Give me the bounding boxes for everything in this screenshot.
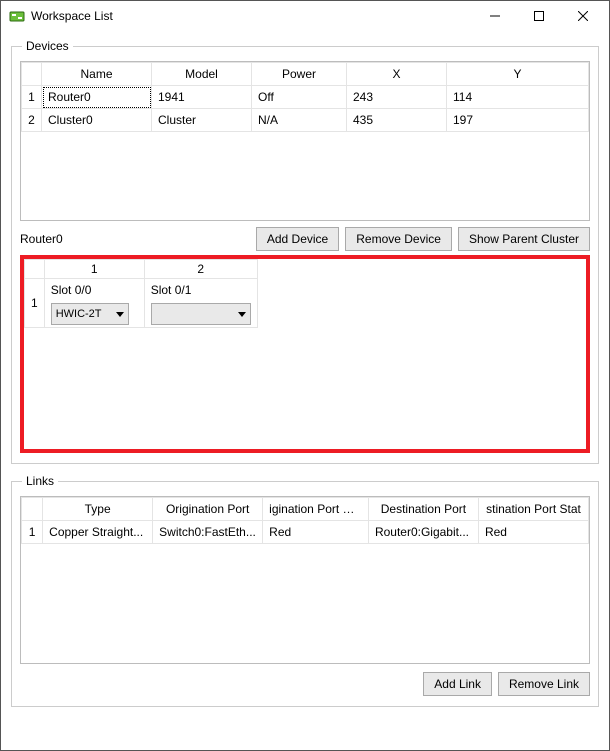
devices-group: Devices Name Model Power X Y bbox=[11, 39, 599, 464]
links-button-row: Add Link Remove Link bbox=[20, 672, 590, 696]
cell-orig-status[interactable]: Red bbox=[263, 521, 369, 544]
slot-combo[interactable]: HWIC-2T bbox=[51, 303, 129, 325]
links-header-row: Type Origination Port igination Port Sta… bbox=[22, 498, 589, 521]
devices-button-row: Router0 Add Device Remove Device Show Pa… bbox=[20, 227, 590, 251]
cell-power[interactable]: N/A bbox=[252, 109, 347, 132]
devices-header-row: Name Model Power X Y bbox=[22, 63, 589, 86]
links-table[interactable]: Type Origination Port igination Port Sta… bbox=[21, 497, 589, 544]
slots-corner bbox=[25, 260, 45, 279]
row-index: 1 bbox=[22, 86, 42, 109]
add-device-button[interactable]: Add Device bbox=[256, 227, 339, 251]
col-orig-port[interactable]: Origination Port bbox=[153, 498, 263, 521]
app-icon bbox=[9, 8, 25, 24]
row-header-blank bbox=[22, 498, 43, 521]
cell-dest-port[interactable]: Router0:Gigabit... bbox=[368, 521, 478, 544]
slots-row-index: 1 bbox=[25, 279, 45, 328]
col-power[interactable]: Power bbox=[252, 63, 347, 86]
selected-device-label: Router0 bbox=[20, 232, 250, 246]
slot-cell: Slot 0/0 HWIC-2T bbox=[44, 279, 144, 328]
cell-name[interactable]: Cluster0 bbox=[42, 109, 152, 132]
close-button[interactable] bbox=[561, 2, 605, 30]
slots-table: 1 2 1 Slot 0/0 HWIC-2T bbox=[24, 259, 258, 328]
slots-col-header: 1 bbox=[44, 260, 144, 279]
show-parent-cluster-button[interactable]: Show Parent Cluster bbox=[458, 227, 590, 251]
cell-dest-status[interactable]: Red bbox=[478, 521, 588, 544]
row-index: 1 bbox=[22, 521, 43, 544]
links-table-wrap: Type Origination Port igination Port Sta… bbox=[20, 496, 590, 664]
links-legend: Links bbox=[22, 474, 58, 488]
table-row[interactable]: 1 Copper Straight... Switch0:FastEth... … bbox=[22, 521, 589, 544]
title-bar: Workspace List bbox=[1, 1, 609, 31]
slot-cell: Slot 0/1 bbox=[144, 279, 257, 328]
cell-model[interactable]: 1941 bbox=[152, 86, 252, 109]
col-type[interactable]: Type bbox=[43, 498, 153, 521]
chevron-down-icon bbox=[116, 312, 124, 317]
cell-model[interactable]: Cluster bbox=[152, 109, 252, 132]
cell-y[interactable]: 114 bbox=[447, 86, 589, 109]
remove-device-button[interactable]: Remove Device bbox=[345, 227, 452, 251]
table-row[interactable]: 1 Router0 1941 Off 243 114 bbox=[22, 86, 589, 109]
row-index: 2 bbox=[22, 109, 42, 132]
cell-x[interactable]: 435 bbox=[347, 109, 447, 132]
slot-label: Slot 0/1 bbox=[151, 283, 251, 297]
devices-table[interactable]: Name Model Power X Y 1 Router0 1941 Off … bbox=[21, 62, 589, 132]
slots-panel: 1 2 1 Slot 0/0 HWIC-2T bbox=[20, 255, 590, 453]
slot-combo[interactable] bbox=[151, 303, 251, 325]
cell-name[interactable]: Router0 bbox=[42, 86, 152, 109]
slot-label: Slot 0/0 bbox=[51, 283, 138, 297]
col-orig-status[interactable]: igination Port Stat bbox=[263, 498, 369, 521]
slots-col-header: 2 bbox=[144, 260, 257, 279]
cell-x[interactable]: 243 bbox=[347, 86, 447, 109]
cell-y[interactable]: 197 bbox=[447, 109, 589, 132]
col-name[interactable]: Name bbox=[42, 63, 152, 86]
cell-type[interactable]: Copper Straight... bbox=[43, 521, 153, 544]
remove-link-button[interactable]: Remove Link bbox=[498, 672, 590, 696]
col-dest-port[interactable]: Destination Port bbox=[368, 498, 478, 521]
window-title: Workspace List bbox=[31, 9, 473, 23]
links-group: Links Type Origination Port igination Po… bbox=[11, 474, 599, 707]
cell-orig-port[interactable]: Switch0:FastEth... bbox=[153, 521, 263, 544]
devices-table-wrap: Name Model Power X Y 1 Router0 1941 Off … bbox=[20, 61, 590, 221]
devices-legend: Devices bbox=[22, 39, 73, 53]
chevron-down-icon bbox=[238, 312, 246, 317]
table-row[interactable]: 2 Cluster0 Cluster N/A 435 197 bbox=[22, 109, 589, 132]
col-x[interactable]: X bbox=[347, 63, 447, 86]
add-link-button[interactable]: Add Link bbox=[423, 672, 492, 696]
col-y[interactable]: Y bbox=[447, 63, 589, 86]
row-header-blank bbox=[22, 63, 42, 86]
col-dest-status[interactable]: stination Port Stat bbox=[478, 498, 588, 521]
cell-power[interactable]: Off bbox=[252, 86, 347, 109]
col-model[interactable]: Model bbox=[152, 63, 252, 86]
minimize-button[interactable] bbox=[473, 2, 517, 30]
maximize-button[interactable] bbox=[517, 2, 561, 30]
slot-combo-value: HWIC-2T bbox=[56, 308, 102, 320]
